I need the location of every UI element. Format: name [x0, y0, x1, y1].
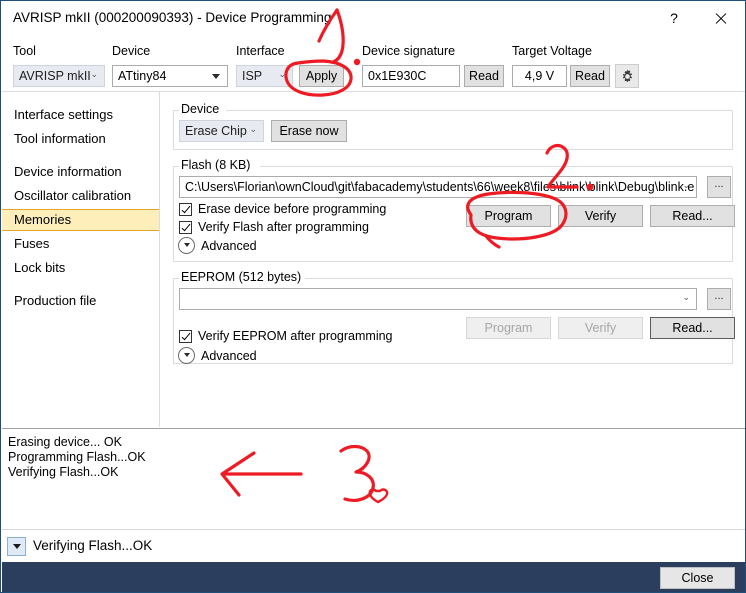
log-line: Programming Flash...OK: [8, 450, 146, 464]
eeprom-advanced-label: Advanced: [201, 348, 257, 363]
apply-button[interactable]: Apply: [299, 65, 344, 87]
log-expander-button[interactable]: [7, 537, 26, 556]
flash-read-button[interactable]: Read...: [650, 205, 735, 227]
device-label: Device: [112, 44, 151, 58]
chevron-down-icon: ⌄: [682, 180, 690, 190]
erase-mode-value: Erase Chip: [185, 124, 247, 138]
verify-flash-checkbox[interactable]: Verify Flash after programming: [179, 220, 369, 234]
chevron-down-icon: ⌄: [90, 69, 98, 79]
interface-select[interactable]: ISP ⌄: [236, 65, 293, 87]
eeprom-group-title: EEPROM (512 bytes): [179, 270, 306, 284]
erase-before-programming-checkbox[interactable]: Erase device before programming: [179, 202, 386, 216]
erase-now-button[interactable]: Erase now: [271, 120, 347, 142]
interface-select-value: ISP: [242, 69, 263, 83]
chevron-down-circle-icon: [178, 237, 195, 254]
programmer-toolbar: Tool AVRISP mkII ⌄ Device ATtiny84 Inter…: [2, 34, 745, 92]
erase-before-programming-label: Erase device before programming: [198, 202, 387, 216]
chevron-down-icon: [12, 544, 21, 549]
memories-panel: Device Erase Chip ⌄ Erase now Flash (8 K…: [161, 92, 745, 427]
flash-file-path: C:\Users\Florian\ownCloud\git\fabacademy…: [185, 180, 695, 194]
target-voltage-label: Target Voltage: [512, 44, 592, 58]
log-line: Verifying Flash...OK: [8, 465, 119, 479]
checkbox-icon: [179, 202, 192, 216]
sidebar-item-oscillator-calibration[interactable]: Oscillator calibration: [2, 185, 159, 207]
flash-group-title: Flash (8 KB): [179, 158, 255, 172]
interface-label: Interface: [236, 44, 285, 58]
title-bar: AVRISP mkII (000200090393) - Device Prog…: [2, 2, 745, 34]
flash-advanced-label: Advanced: [201, 238, 257, 253]
device-group-title: Device: [179, 102, 224, 116]
eeprom-program-button: Program: [466, 317, 551, 339]
device-select-value: ATtiny84: [118, 69, 167, 83]
eeprom-read-button[interactable]: Read...: [650, 317, 735, 339]
target-voltage-field[interactable]: 4,9 V: [512, 65, 567, 87]
read-signature-button[interactable]: Read: [464, 65, 504, 87]
sidebar-item-lock-bits[interactable]: Lock bits: [2, 257, 159, 279]
tool-select-value: AVRISP mkII: [19, 69, 91, 83]
window-title: AVRISP mkII (000200090393) - Device Prog…: [13, 10, 332, 25]
eeprom-file-select[interactable]: ⌄: [179, 288, 697, 310]
verify-eeprom-checkbox[interactable]: Verify EEPROM after programming: [179, 329, 393, 343]
read-voltage-button[interactable]: Read: [570, 65, 610, 87]
checkbox-icon: [179, 329, 192, 343]
erase-mode-select[interactable]: Erase Chip ⌄: [179, 120, 264, 142]
tool-label: Tool: [13, 44, 36, 58]
chevron-down-circle-icon: [178, 347, 195, 364]
sidebar-item-device-information[interactable]: Device information: [2, 161, 159, 183]
flash-program-button[interactable]: Program: [466, 205, 551, 227]
close-icon: [714, 12, 727, 25]
checkbox-icon: [179, 220, 192, 234]
status-bar: Verifying Flash...OK: [2, 529, 745, 562]
dialog-footer: Close: [2, 562, 745, 592]
flash-browse-button[interactable]: ...: [707, 176, 731, 198]
flash-advanced-expander[interactable]: Advanced: [178, 237, 257, 254]
navigation-sidebar: Interface settings Tool information Devi…: [2, 92, 160, 427]
sidebar-item-fuses[interactable]: Fuses: [2, 233, 159, 255]
close-button[interactable]: Close: [660, 567, 735, 589]
close-window-button[interactable]: [698, 2, 742, 34]
sidebar-item-interface-settings[interactable]: Interface settings: [2, 104, 159, 126]
sidebar-item-production-file[interactable]: Production file: [2, 290, 159, 312]
verify-flash-label: Verify Flash after programming: [198, 220, 369, 234]
device-signature-label: Device signature: [362, 44, 456, 58]
help-button[interactable]: ?: [652, 2, 696, 34]
sidebar-item-tool-information[interactable]: Tool information: [2, 128, 159, 150]
chevron-down-icon: ⌄: [682, 292, 690, 302]
device-programming-window: AVRISP mkII (000200090393) - Device Prog…: [0, 0, 746, 593]
tool-select[interactable]: AVRISP mkII ⌄: [13, 65, 105, 87]
chevron-down-icon: ⌄: [278, 69, 286, 79]
question-mark-icon: ?: [670, 10, 678, 26]
eeprom-advanced-expander[interactable]: Advanced: [178, 347, 257, 364]
log-line: Erasing device... OK: [8, 435, 122, 449]
output-log-panel[interactable]: Erasing device... OK Programming Flash..…: [2, 428, 745, 529]
chevron-down-icon: ⌄: [249, 124, 257, 134]
status-message: Verifying Flash...OK: [33, 538, 153, 553]
sidebar-item-memories[interactable]: Memories: [2, 209, 159, 231]
gear-icon: [622, 69, 632, 82]
eeprom-browse-button[interactable]: ...: [707, 288, 731, 310]
device-select[interactable]: ATtiny84: [112, 65, 228, 87]
verify-eeprom-label: Verify EEPROM after programming: [198, 329, 393, 343]
device-signature-field[interactable]: 0x1E930C: [362, 65, 460, 87]
flash-verify-button[interactable]: Verify: [558, 205, 643, 227]
settings-button[interactable]: [615, 64, 639, 88]
flash-file-select[interactable]: C:\Users\Florian\ownCloud\git\fabacademy…: [179, 176, 697, 198]
chevron-down-icon: [212, 74, 220, 79]
eeprom-verify-button: Verify: [558, 317, 643, 339]
